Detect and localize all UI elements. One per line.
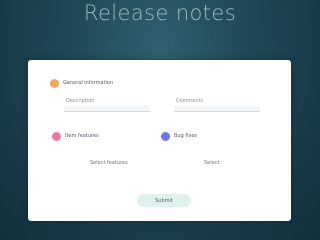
orange-circle-icon xyxy=(50,78,59,88)
section-item-features-label: Item features xyxy=(65,133,99,139)
description-input[interactable] xyxy=(64,106,150,112)
description-field: Description xyxy=(64,98,152,112)
blue-circle-icon xyxy=(161,131,170,141)
bug-fixes-select[interactable]: Select xyxy=(204,159,219,167)
page-header: Release notes xyxy=(0,0,320,54)
section-bug-fixes-label: Bug fixes xyxy=(174,133,197,139)
section-bug-fixes: Bug fixes xyxy=(161,131,197,141)
description-label: Description xyxy=(66,98,95,104)
section-item-features: Item features xyxy=(52,131,99,141)
comments-field: Comments xyxy=(174,98,262,112)
section-general-information: General information xyxy=(50,78,113,88)
submit-button[interactable]: Submit xyxy=(137,194,191,207)
section-general-label: General information xyxy=(63,80,114,86)
pink-circle-icon xyxy=(52,131,61,141)
item-features-select[interactable]: Select features xyxy=(90,159,128,167)
comments-input[interactable] xyxy=(174,106,260,112)
page-title: Release notes xyxy=(83,1,237,25)
comments-label: Comments xyxy=(176,98,204,104)
